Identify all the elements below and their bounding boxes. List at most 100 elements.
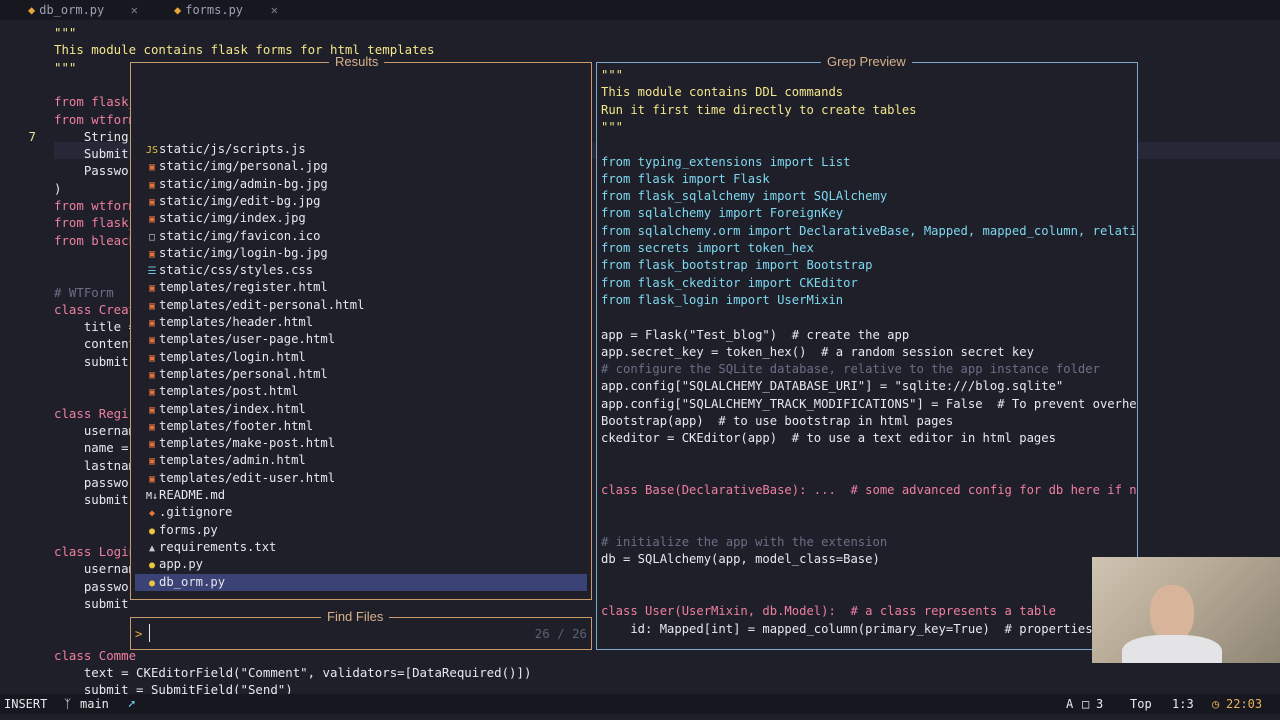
code-text: """	[54, 59, 77, 75]
preview-line: ckeditor = CKEditor(app) # to use a text…	[601, 431, 1056, 446]
result-item[interactable]: ☰ static/css/styles.css	[145, 262, 314, 279]
image-icon: ▣	[148, 179, 156, 191]
result-item[interactable]: ▣ templates/admin.html	[145, 452, 306, 469]
html-icon: ▣	[148, 335, 156, 347]
result-item[interactable]: ▣ templates/make-post.html	[145, 435, 335, 452]
result-item[interactable]: ▣ static/img/index.jpg	[145, 210, 306, 227]
result-item[interactable]: ● forms.py	[145, 522, 218, 539]
result-item[interactable]: JSstatic/js/scripts.js	[145, 141, 306, 158]
git-branch: main	[80, 697, 109, 711]
css-icon: ☰	[147, 266, 157, 278]
preview-line: id: Mapped[int] = mapped_column(primary_…	[601, 621, 1137, 636]
html-icon: ▣	[148, 369, 156, 381]
html-icon: ▣	[148, 300, 156, 312]
html-icon: ▣	[148, 318, 156, 329]
result-label: templates/post.html	[159, 384, 299, 399]
html-icon: ▣	[148, 283, 156, 295]
result-label: static/js/scripts.js	[159, 142, 306, 156]
result-label: static/img/edit-bg.jpg	[159, 193, 321, 208]
result-item[interactable]: □ static/img/favicon.ico	[145, 228, 320, 245]
diagnostics-count: 3	[1096, 697, 1104, 711]
preview-line: app.config["SQLALCHEMY_TRACK_MODIFICATIO…	[601, 396, 1137, 411]
image-icon: ▣	[148, 162, 156, 174]
webcam-overlay	[1092, 557, 1280, 663]
preview-line: from sqlalchemy.orm import DeclarativeBa…	[601, 223, 1137, 238]
result-item[interactable]: M↓README.md	[145, 487, 225, 504]
result-label: static/img/login-bg.jpg	[159, 245, 328, 260]
result-item[interactable]: ▣ static/img/login-bg.jpg	[145, 245, 328, 262]
result-label: static/img/favicon.ico	[159, 228, 321, 243]
result-item[interactable]: ▣ static/img/edit-bg.jpg	[145, 193, 320, 210]
result-item[interactable]: ▣ templates/post.html	[145, 383, 298, 400]
code-text: text = CKEditorField("Comment", validato…	[54, 665, 532, 681]
code-text: submit	[54, 595, 129, 611]
result-item[interactable]: ▣ templates/header.html	[145, 314, 313, 331]
result-label: templates/header.html	[159, 315, 314, 329]
result-item[interactable]: ▲ requirements.txt	[145, 539, 276, 556]
code-text: from flask_	[54, 94, 137, 110]
code-text: content	[54, 336, 137, 352]
presenter-shirt	[1122, 635, 1222, 663]
preview-line: Bootstrap(app) # to use bootstrap in htm…	[601, 414, 954, 428]
preview-line: from flask_sqlalchemy import SQLAlchemy	[601, 189, 888, 204]
html-icon: ▣	[148, 352, 156, 364]
result-item[interactable]: ▣ static/img/admin-bg.jpg	[145, 176, 328, 193]
code-text: class Regis	[54, 405, 137, 421]
preview-line: """	[601, 68, 624, 82]
result-item[interactable]: ◆ .gitignore	[145, 504, 232, 521]
result-label: .gitignore	[159, 505, 233, 520]
result-item[interactable]: ▣ templates/login.html	[145, 349, 306, 366]
result-item[interactable]: ▣ templates/edit-user.html	[145, 470, 335, 487]
code-text: title =	[54, 319, 137, 335]
clock: 22:03	[1226, 697, 1263, 711]
preview-line: from flask import Flask	[601, 171, 770, 186]
preview-line: class User(UserMixin, db.Model): # a cla…	[601, 604, 1056, 619]
code-text: """	[54, 25, 77, 40]
python-file-icon: ◆	[28, 3, 36, 17]
result-label: templates/admin.html	[159, 453, 306, 468]
tab-label: forms.py	[185, 3, 244, 17]
result-label: forms.py	[159, 522, 218, 537]
code-text: SubmitF	[54, 146, 137, 162]
result-item[interactable]: ● db_orm.py	[135, 573, 587, 591]
cube-icon: □	[1082, 697, 1090, 711]
result-item[interactable]: ▣ templates/edit-personal.html	[145, 297, 364, 314]
search-input[interactable]	[149, 624, 450, 642]
result-item[interactable]: ▣ templates/footer.html	[145, 418, 313, 435]
preview-line: from secrets import token_hex	[601, 241, 814, 255]
code-text: passwor	[54, 474, 137, 490]
python-file-icon: ◆	[174, 3, 182, 17]
preview-line: from typing_extensions import List	[601, 154, 851, 169]
result-item[interactable]: ▣ static/img/personal.jpg	[145, 158, 328, 175]
preview-line: from flask_ckeditor import CKEditor	[601, 275, 858, 290]
result-item[interactable]: ▣ templates/personal.html	[145, 366, 328, 383]
html-icon: ▣	[148, 456, 156, 468]
markdown-icon: M↓	[145, 491, 159, 502]
preview-line: app.config["SQLALCHEMY_DATABASE_URI"] = …	[601, 379, 1064, 394]
code-text: submit	[54, 353, 129, 369]
results-title: Results	[329, 54, 385, 70]
result-label: templates/edit-personal.html	[159, 297, 365, 312]
code-text: class Comme	[54, 647, 137, 663]
result-item[interactable]: ▣ templates/user-page.html	[145, 331, 335, 348]
image-icon: ▣	[148, 248, 156, 260]
html-icon: ▣	[148, 439, 156, 451]
tab-bar: ◆ db_orm.py ✕ ◆ forms.py ✕	[0, 0, 1280, 20]
result-label: db_orm.py	[159, 574, 226, 589]
code-text: Passwor	[54, 163, 137, 179]
result-item[interactable]: ▣ templates/index.html	[145, 401, 306, 418]
close-icon[interactable]: ✕	[271, 0, 278, 20]
result-item[interactable]: ▣ templates/register.html	[145, 279, 328, 296]
preview-line: Run it first time directly to create tab…	[601, 102, 917, 117]
line-number: 7	[28, 128, 36, 144]
code-text: submit	[54, 492, 129, 508]
tab-forms[interactable]: ◆ forms.py ✕	[174, 0, 278, 20]
tab-db-orm[interactable]: ◆ db_orm.py ✕	[28, 0, 138, 20]
git-icon: ◆	[148, 508, 156, 520]
code-text: usernam	[54, 422, 137, 438]
result-item[interactable]: ● app.py	[145, 556, 203, 573]
html-icon: ▣	[148, 473, 156, 485]
close-icon[interactable]: ✕	[131, 0, 138, 20]
code-text: usernam	[54, 561, 137, 577]
result-label: templates/user-page.html	[159, 332, 336, 347]
